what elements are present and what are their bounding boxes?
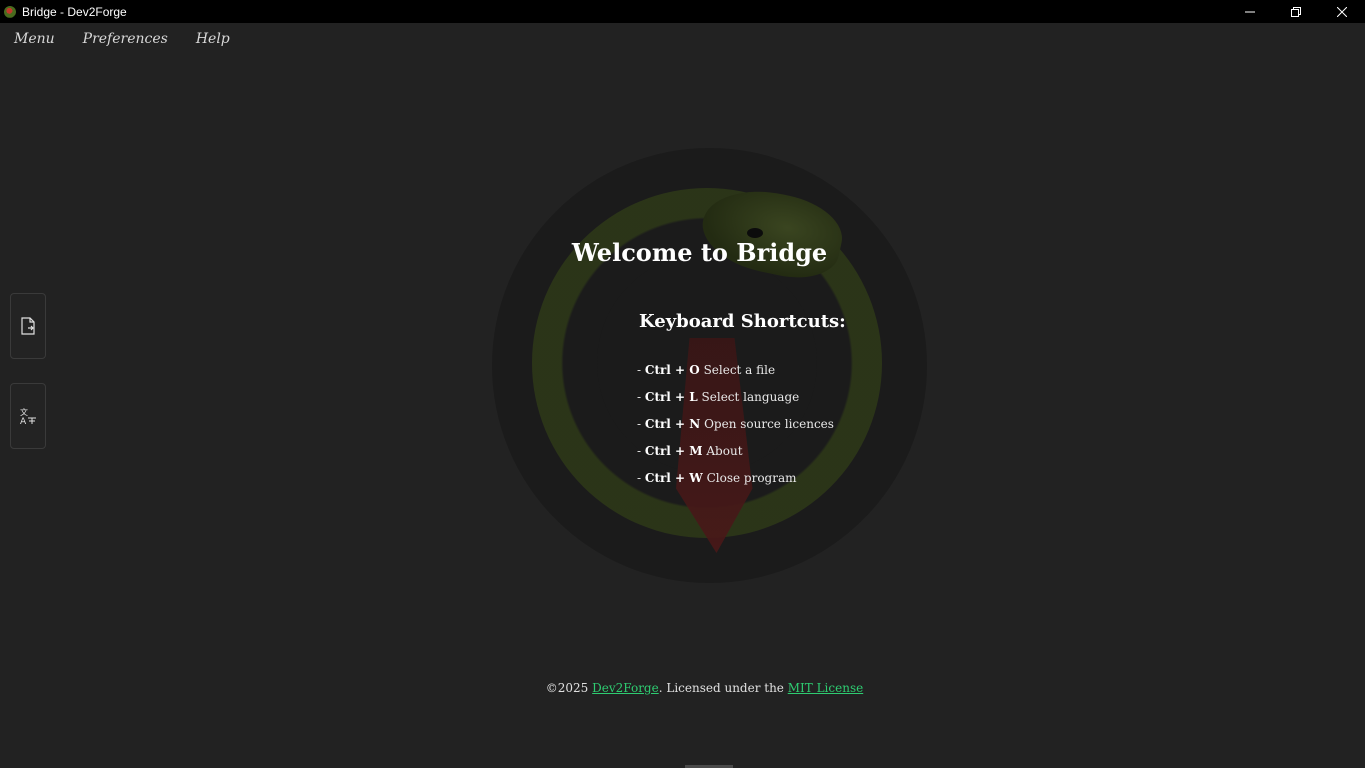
window-title: Bridge - Dev2Forge	[22, 4, 127, 19]
shortcut-item: - Ctrl + M About	[637, 444, 743, 458]
licensed-text: . Licensed under the	[658, 681, 784, 695]
title-bar: Bridge - Dev2Forge	[0, 0, 1365, 23]
footer: ©2025 Dev2Forge. Licensed under the MIT …	[0, 681, 1365, 695]
menu-item-preferences[interactable]: Preferences	[69, 31, 182, 47]
shortcut-item: - Ctrl + L Select language	[637, 390, 800, 404]
welcome-heading: Welcome to Bridge	[571, 238, 828, 267]
menu-item-help[interactable]: Help	[182, 31, 244, 47]
shortcut-item: - Ctrl + W Close program	[637, 471, 797, 485]
language-translate-icon: 文 A	[20, 407, 36, 425]
minimize-icon	[1245, 11, 1255, 12]
mit-license-link[interactable]: MIT License	[788, 681, 863, 695]
minimize-button[interactable]	[1227, 0, 1273, 23]
close-icon	[1337, 6, 1347, 17]
shortcut-item: - Ctrl + N Open source licences	[637, 417, 834, 431]
close-button[interactable]	[1319, 0, 1365, 23]
copyright-text: ©2025	[545, 681, 589, 695]
shortcuts-heading: Keyboard Shortcuts:	[639, 311, 846, 332]
restore-icon	[1291, 6, 1301, 17]
file-import-icon	[21, 317, 35, 335]
menu-bar: Menu Preferences Help	[0, 23, 1365, 55]
dev2forge-link[interactable]: Dev2Forge	[592, 681, 659, 695]
select-file-button[interactable]	[10, 293, 46, 359]
restore-button[interactable]	[1273, 0, 1319, 23]
menu-item-menu[interactable]: Menu	[0, 31, 69, 47]
app-logo-icon	[4, 5, 16, 18]
snake-eye	[747, 228, 763, 238]
shortcut-item: - Ctrl + O Select a file	[637, 363, 776, 377]
svg-text:文: 文	[20, 407, 28, 417]
svg-text:A: A	[20, 417, 27, 425]
window-controls	[1227, 0, 1365, 23]
select-language-button[interactable]: 文 A	[10, 383, 46, 449]
